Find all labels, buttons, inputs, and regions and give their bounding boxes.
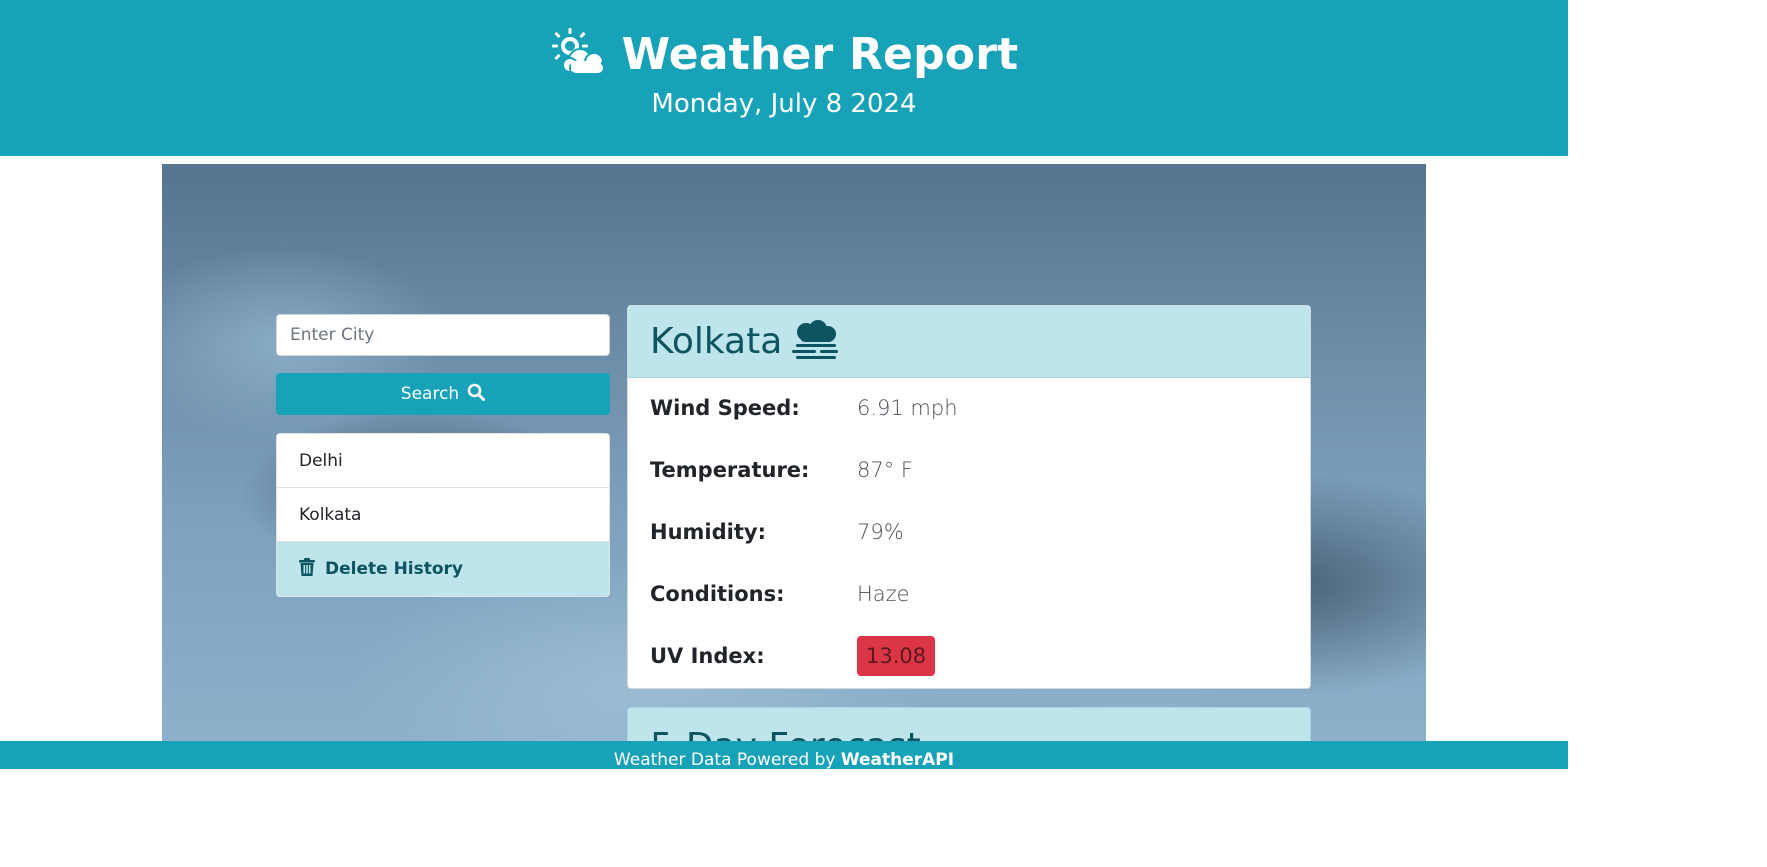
- current-date: Monday, July 8 2024: [651, 89, 917, 119]
- trash-icon: [299, 557, 315, 581]
- current-weather-header: Kolkata: [628, 306, 1310, 378]
- search-history-list: Delhi Kolkata Delete History: [276, 433, 610, 597]
- humidity-row: Humidity: 79%: [628, 502, 1310, 564]
- uv-index-row: UV Index: 13.08: [628, 626, 1310, 688]
- conditions-value: Haze: [857, 582, 910, 606]
- humidity-label: Humidity:: [650, 520, 766, 544]
- sun-cloud-icon: [550, 28, 608, 80]
- sky-background-panel: Search Delhi Kolkata Delete Histor: [162, 164, 1426, 769]
- history-item-kolkata[interactable]: Kolkata: [277, 488, 609, 542]
- city-name: Kolkata: [650, 321, 783, 362]
- search-button-label: Search: [400, 384, 460, 404]
- history-item-delhi[interactable]: Delhi: [277, 434, 609, 488]
- current-weather-card: Kolkata Wind Speed: 6.91 mph Temperature…: [627, 305, 1311, 689]
- footer-brand-link[interactable]: WeatherAPI: [841, 750, 954, 770]
- page-footer: Weather Data Powered by WeatherAPI: [0, 741, 1568, 770]
- humidity-value: 79%: [857, 520, 904, 544]
- page-header: Weather Report Monday, July 8 2024: [0, 0, 1568, 156]
- conditions-label: Conditions:: [650, 582, 785, 606]
- wind-speed-value: 6.91 mph: [857, 396, 958, 420]
- uv-index-label: UV Index:: [650, 644, 765, 668]
- wind-speed-row: Wind Speed: 6.91 mph: [628, 378, 1310, 440]
- delete-history-button[interactable]: Delete History: [277, 542, 609, 596]
- conditions-row: Conditions: Haze: [628, 564, 1310, 626]
- haze-icon: [792, 319, 839, 364]
- page-title: Weather Report: [621, 28, 1019, 80]
- footer-text: Weather Data Powered by: [613, 750, 836, 770]
- delete-history-label: Delete History: [325, 559, 464, 579]
- city-search-input[interactable]: [276, 314, 610, 356]
- uv-index-badge: 13.08: [857, 636, 936, 676]
- wind-speed-label: Wind Speed:: [650, 396, 800, 420]
- search-icon: [467, 383, 486, 406]
- search-button[interactable]: Search: [276, 373, 610, 415]
- title-row: Weather Report: [0, 28, 1568, 80]
- temperature-label: Temperature:: [650, 458, 810, 482]
- temperature-value: 87° F: [857, 458, 913, 482]
- temperature-row: Temperature: 87° F: [628, 440, 1310, 502]
